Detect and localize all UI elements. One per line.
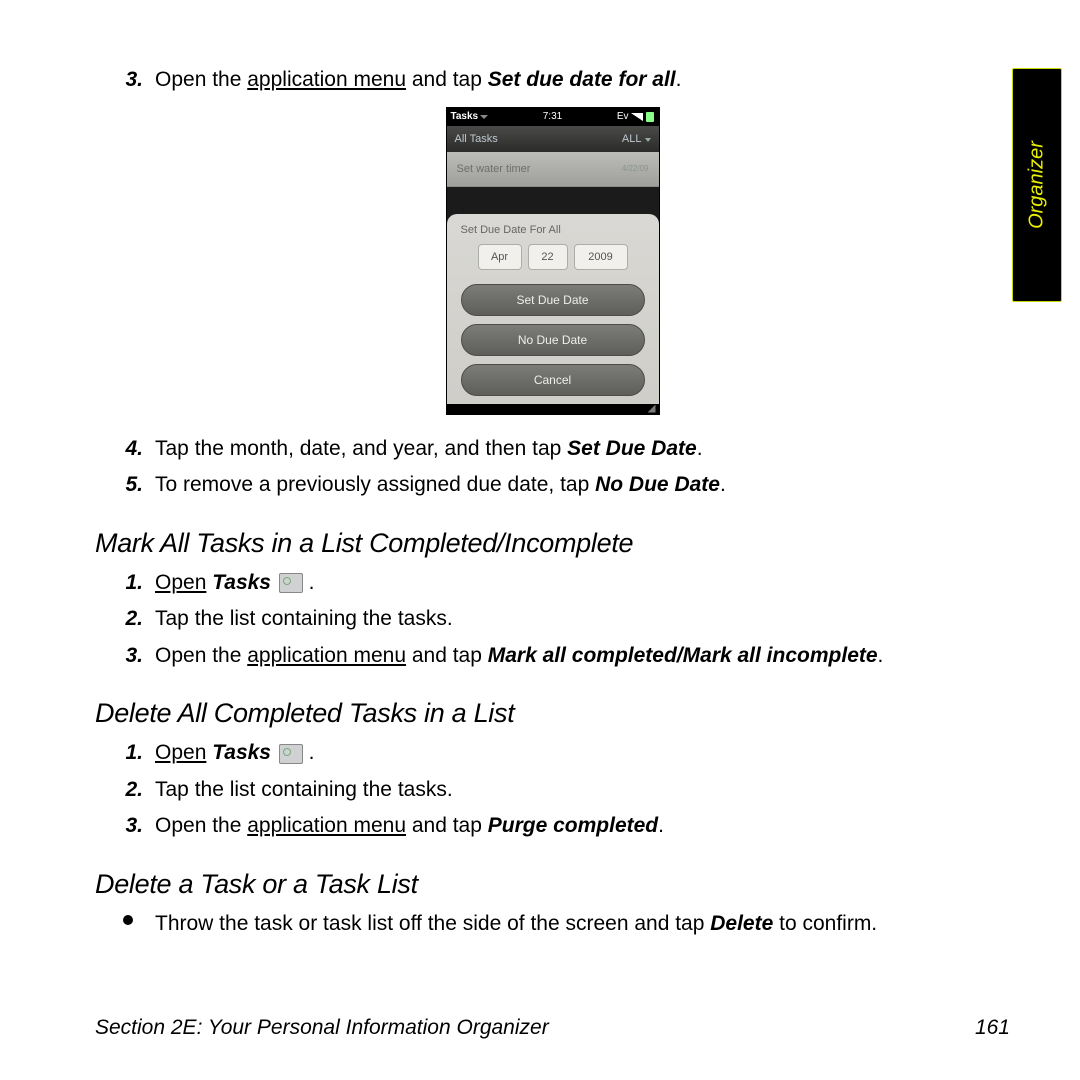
battery-icon [646,112,654,122]
step-text-post: . [676,68,682,91]
statusbar-right: Ev [617,111,655,122]
header-left: All Tasks [455,133,498,145]
step-text-pre: To remove a previously assigned due date… [155,473,595,496]
date-picker: Apr 22 2009 [457,244,649,270]
step-5: 5. To remove a previously assigned due d… [95,469,1010,502]
step-number: 4. [113,433,143,466]
task-date: 4/22/09 [622,164,649,173]
step-number: 1. [113,567,143,600]
link-open[interactable]: Open [155,741,206,764]
header-right: ALL [622,133,651,145]
no-due-date-button[interactable]: No Due Date [461,324,645,356]
section-side-tab: Organizer [1012,68,1062,302]
step-text-pre: Open the [155,68,247,91]
sheet-title: Set Due Date For All [461,224,649,236]
step-number: 5. [113,469,143,502]
step-text-post: . [878,644,884,667]
step-number: 3. [113,640,143,673]
bold-tasks: Tasks [212,571,271,594]
link-application-menu[interactable]: application menu [247,814,406,837]
delete-all-steps: 1. Open Tasks . 2. Tap the list containi… [95,737,1010,843]
phone-bottom-bar [447,404,659,414]
step-number: 3. [113,64,143,97]
chevron-down-icon [645,138,651,142]
delall-step-3: 3. Open the application menu and tap Pur… [95,810,1010,843]
statusbar-left: Tasks [451,111,489,122]
manual-page: Organizer 3. Open the application menu a… [0,0,1080,1080]
bold-no-due-date: No Due Date [595,473,720,496]
status-time: 7:31 [543,111,562,122]
task-text: Set water timer [457,163,531,175]
step-text-post: . [720,473,726,496]
side-tab-label: Organizer [1026,141,1049,229]
step-text-post: . [697,437,703,460]
bold-mark-all: Mark all completed/Mark all incomplete [488,644,878,667]
chevron-down-icon [480,115,488,119]
step-number: 3. [113,810,143,843]
bullet-text-post: to confirm. [773,912,877,935]
delete-one-item: Throw the task or task list off the side… [95,908,1010,941]
steps-after-image: 4. Tap the month, date, and year, and th… [95,433,1010,502]
link-application-menu[interactable]: application menu [247,644,406,667]
task-row[interactable]: Set water timer 4/22/09 [447,152,659,187]
resize-icon [648,405,656,413]
page-footer: Section 2E: Your Personal Information Or… [95,1016,1010,1040]
bold-delete: Delete [710,912,773,935]
bullet-icon [123,915,133,925]
bullet-text-pre: Throw the task or task list off the side… [155,912,710,935]
step-text-mid: and tap [406,68,488,91]
delall-step-1: 1. Open Tasks . [95,737,1010,770]
step-4: 4. Tap the month, date, and year, and th… [95,433,1010,466]
page-number: 161 [975,1016,1010,1040]
delete-one-bullet: Throw the task or task list off the side… [95,908,1010,941]
steps-continued: 3. Open the application menu and tap Set… [95,64,1010,97]
step-number: 2. [113,603,143,636]
picker-year[interactable]: 2009 [574,244,628,270]
tasks-app-icon [279,744,303,764]
status-ev-label: Ev [617,111,629,122]
mark-step-2: 2. Tap the list containing the tasks. [95,603,1010,636]
delall-step-2: 2. Tap the list containing the tasks. [95,774,1010,807]
step-text-mid: and tap [406,644,488,667]
mark-step-1: 1. Open Tasks . [95,567,1010,600]
mark-steps: 1. Open Tasks . 2. Tap the list containi… [95,567,1010,673]
bold-set-due-date-for-all: Set due date for all [488,68,676,91]
status-app-name: Tasks [451,111,479,122]
step-text-pre: Open the [155,644,247,667]
step-3: 3. Open the application menu and tap Set… [95,64,1010,97]
bold-purge: Purge completed [488,814,658,837]
bold-tasks: Tasks [212,741,271,764]
heading-delete-all: Delete All Completed Tasks in a List [95,698,1010,729]
tasks-app-icon [279,573,303,593]
step-text: Tap the list containing the tasks. [155,778,453,801]
set-due-date-button[interactable]: Set Due Date [461,284,645,316]
phone-screenshot: Tasks 7:31 Ev All Tasks ALL Set water ti… [446,107,660,415]
step-text-post: . [658,814,664,837]
due-date-sheet: Set Due Date For All Apr 22 2009 Set Due… [447,214,659,414]
phone-list-header[interactable]: All Tasks ALL [447,126,659,152]
step-text-mid: and tap [406,814,488,837]
link-open[interactable]: Open [155,571,206,594]
step-text-pre: Tap the month, date, and year, and then … [155,437,567,460]
picker-day[interactable]: 22 [528,244,568,270]
picker-month[interactable]: Apr [478,244,522,270]
step-number: 2. [113,774,143,807]
mark-step-3: 3. Open the application menu and tap Mar… [95,640,1010,673]
link-application-menu[interactable]: application menu [247,68,406,91]
cancel-button[interactable]: Cancel [461,364,645,396]
signal-icon [631,113,643,121]
footer-section: Section 2E: Your Personal Information Or… [95,1016,549,1039]
step-text: Tap the list containing the tasks. [155,607,453,630]
heading-delete-one: Delete a Task or a Task List [95,869,1010,900]
step-text-pre: Open the [155,814,247,837]
phone-statusbar: Tasks 7:31 Ev [447,108,659,126]
step-number: 1. [113,737,143,770]
heading-mark-all: Mark All Tasks in a List Completed/Incom… [95,528,1010,559]
bold-set-due-date: Set Due Date [567,437,697,460]
